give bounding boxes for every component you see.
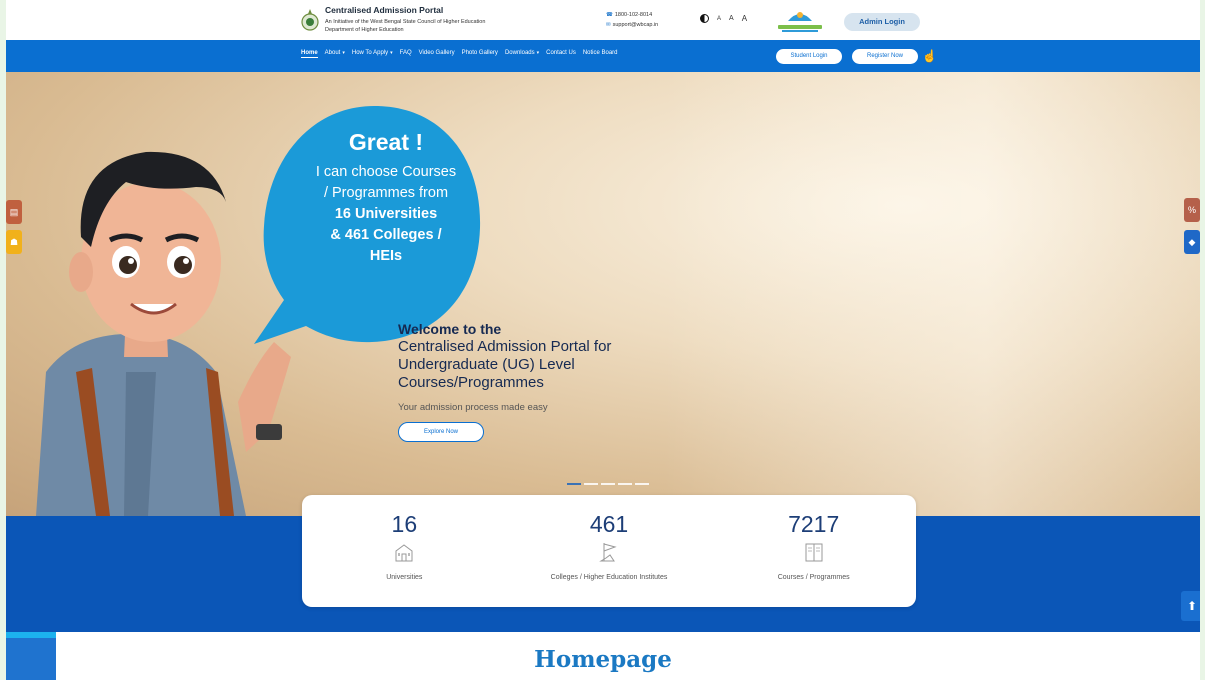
nav-label: About bbox=[324, 50, 341, 56]
carousel-dot[interactable] bbox=[618, 483, 632, 485]
nav-label: Downloads bbox=[504, 50, 535, 56]
state-emblem-icon bbox=[301, 9, 319, 31]
page-frame: Centralised Admission Portal An Initiati… bbox=[6, 0, 1200, 680]
bubble-line: HEIs bbox=[369, 248, 403, 264]
nav-label: Notice Board bbox=[582, 50, 618, 56]
nav-label: Photo Gallery bbox=[461, 50, 498, 56]
nav-label: Contact Us bbox=[546, 50, 576, 56]
college-flag-icon bbox=[599, 543, 617, 562]
nav-label: How To Apply bbox=[351, 50, 389, 56]
subtitle-line: An Initiative of the West Bengal State C… bbox=[325, 19, 486, 25]
admin-login-button[interactable]: Admin Login bbox=[844, 13, 920, 31]
nav-item-about[interactable]: About ▾ bbox=[325, 50, 345, 58]
phone-row: ☎ 1800-102-8014 bbox=[606, 10, 658, 20]
nav-item-video-gallery[interactable]: Video Gallery bbox=[419, 50, 455, 58]
register-now-button[interactable]: Register Now bbox=[852, 49, 918, 64]
welcome-line: Courses/Programmes bbox=[398, 374, 544, 391]
stat-number: 7217 bbox=[788, 511, 840, 537]
stat-number: 16 bbox=[391, 511, 418, 537]
stat-label: Courses / Programmes bbox=[777, 574, 850, 581]
phone-icon: ☎ bbox=[606, 12, 613, 18]
stat-courses: 7217 Courses / Programmes bbox=[711, 495, 916, 607]
font-increase-button[interactable]: A bbox=[742, 14, 747, 23]
stat-label: Universities bbox=[386, 574, 423, 581]
carousel-dot[interactable] bbox=[567, 483, 581, 485]
welcome-line: Centralised Admission Portal for bbox=[398, 338, 612, 355]
chevron-down-icon: ▾ bbox=[390, 50, 393, 56]
top-header: Centralised Admission Portal An Initiati… bbox=[6, 0, 1200, 40]
bubble-line: / Programmes from bbox=[323, 185, 449, 201]
student-login-button[interactable]: Student Login bbox=[776, 49, 842, 64]
bubble-line: I can choose Courses bbox=[315, 164, 457, 180]
stat-number: 461 bbox=[589, 511, 629, 537]
stats-card: 16 Universities 461 Colleges / Higher Ed… bbox=[302, 495, 916, 607]
bell-icon[interactable]: ◆ bbox=[1184, 230, 1200, 254]
pointing-hand-icon: ☝ bbox=[922, 49, 937, 63]
nav-menu: Home About ▾ How To Apply ▾ FAQ Video Gall… bbox=[301, 50, 618, 58]
page-title: Homepage bbox=[534, 646, 672, 673]
chevron-down-icon: ▾ bbox=[536, 50, 540, 56]
bubble-line: & 461 Colleges / bbox=[330, 227, 442, 243]
nav-label: FAQ bbox=[399, 50, 412, 56]
contrast-toggle-icon[interactable] bbox=[700, 14, 709, 23]
font-decrease-button[interactable]: A bbox=[717, 16, 721, 22]
subtitle-line: Department of Higher Education bbox=[325, 27, 404, 33]
phone-number: 1800-102-8014 bbox=[614, 12, 653, 18]
hero-banner: Great ! I can choose Courses / Programme… bbox=[6, 72, 1200, 516]
university-building-icon bbox=[395, 544, 413, 562]
nav-item-faq[interactable]: FAQ bbox=[400, 50, 412, 58]
carousel-dot[interactable] bbox=[635, 483, 649, 485]
stat-universities: 16 Universities bbox=[302, 495, 507, 607]
nav-label: Home bbox=[301, 50, 318, 56]
carousel-dot[interactable] bbox=[601, 483, 615, 485]
bubble-line: 16 Universities bbox=[334, 206, 438, 222]
scroll-to-top-icon[interactable]: ⬆ bbox=[1181, 591, 1200, 621]
nav-item-photo-gallery[interactable]: Photo Gallery bbox=[462, 50, 498, 58]
hero-tagline: Your admission process made easy bbox=[398, 402, 548, 413]
font-reset-button[interactable]: A bbox=[729, 15, 734, 22]
nav-item-how-to-apply[interactable]: How To Apply ▾ bbox=[352, 50, 393, 58]
link-icon[interactable]: % bbox=[1184, 198, 1200, 222]
welcome-line: Undergraduate (UG) Level bbox=[398, 356, 575, 373]
portal-subtitle: An Initiative of the West Bengal State C… bbox=[325, 18, 545, 34]
main-navbar: Home About ▾ How To Apply ▾ FAQ Video Gall… bbox=[6, 40, 1200, 72]
nav-item-contact-us[interactable]: Contact Us bbox=[546, 50, 576, 58]
portal-title: Centralised Admission Portal bbox=[325, 5, 444, 15]
email-link[interactable]: support@wbcap.in bbox=[613, 22, 659, 28]
welcome-line: Welcome to the bbox=[398, 321, 502, 337]
contact-info: ☎ 1800-102-8014 ✉ support@wbcap.in bbox=[606, 10, 658, 30]
mail-icon: ✉ bbox=[606, 22, 611, 28]
nav-item-home[interactable]: Home bbox=[301, 50, 318, 58]
explore-now-button[interactable]: Explore Now bbox=[398, 422, 484, 442]
chat-icon[interactable]: ▤ bbox=[6, 200, 22, 224]
helpdesk-icon[interactable]: ☗ bbox=[6, 230, 22, 254]
stat-colleges: 461 Colleges / Higher Education Institut… bbox=[507, 495, 712, 607]
nav-item-downloads[interactable]: Downloads ▾ bbox=[505, 50, 539, 58]
bubble-text: Great ! I can choose Courses / Programme… bbox=[296, 128, 476, 267]
stat-label: Colleges / Higher Education Institutes bbox=[550, 574, 668, 581]
chevron-down-icon: ▾ bbox=[342, 50, 345, 56]
carousel-indicators bbox=[567, 483, 649, 485]
welcome-heading: Welcome to the Centralised Admission Por… bbox=[398, 320, 638, 392]
bubble-heading: Great ! bbox=[348, 129, 424, 155]
carousel-dot[interactable] bbox=[584, 483, 598, 485]
accessibility-controls: A A A bbox=[700, 14, 747, 23]
courses-book-icon bbox=[805, 543, 823, 562]
bangla-logo-icon bbox=[778, 12, 822, 32]
nav-item-notice-board[interactable]: Notice Board bbox=[583, 50, 618, 58]
nav-label: Video Gallery bbox=[418, 50, 455, 56]
email-row[interactable]: ✉ support@wbcap.in bbox=[606, 20, 658, 30]
